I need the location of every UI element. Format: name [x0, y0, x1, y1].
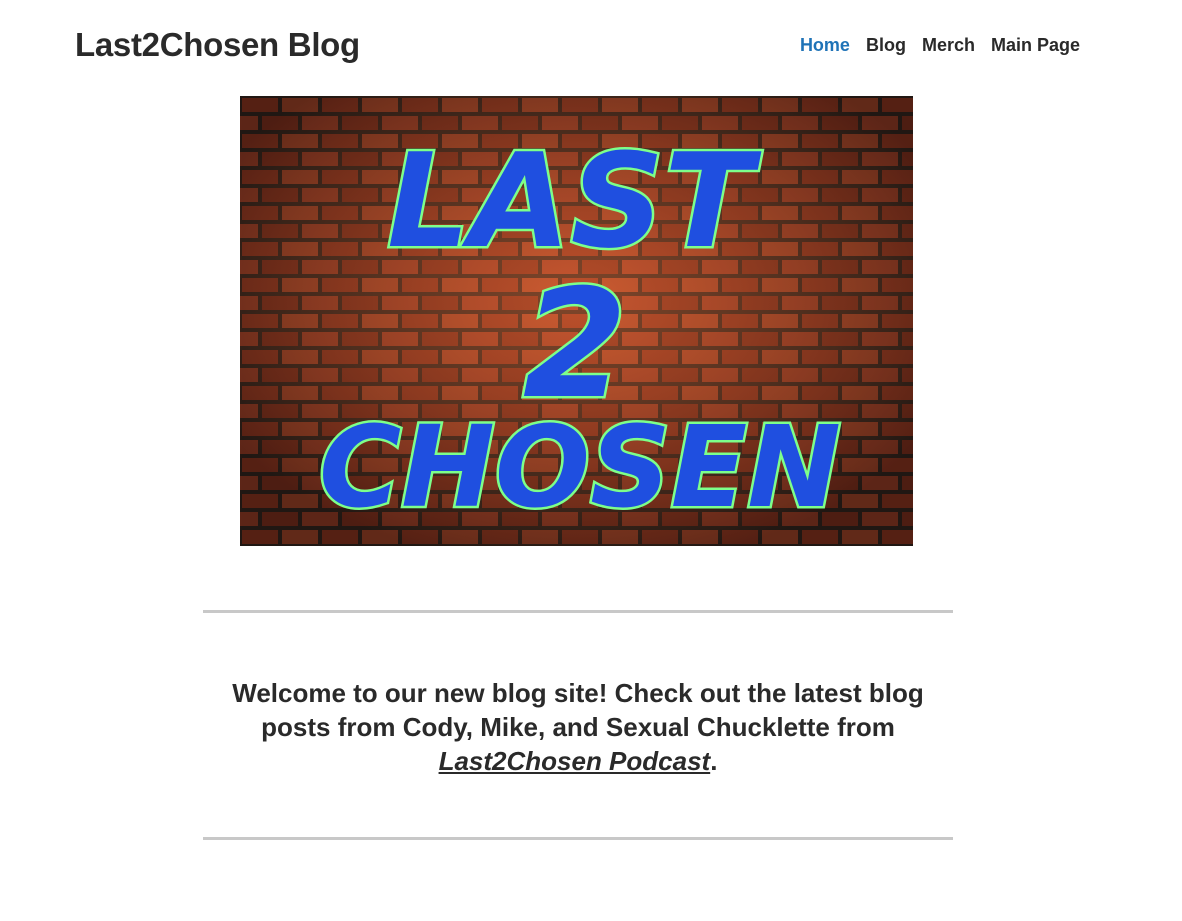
site-header: Last2Chosen Blog Home Blog Merch Main Pa…	[0, 0, 1182, 90]
hero-logo-image: LAST 2 CHOSEN	[240, 96, 913, 546]
logo-line-1: LAST	[387, 125, 762, 277]
graffiti-logo-graphic: LAST 2 CHOSEN	[240, 96, 913, 546]
logo-line-3: CHOSEN	[319, 403, 841, 533]
welcome-message: Welcome to our new blog site! Check out …	[203, 676, 953, 778]
podcast-link[interactable]: Last2Chosen Podcast	[439, 746, 711, 776]
nav-main-page-link[interactable]: Main Page	[991, 35, 1080, 56]
nav-home-link[interactable]: Home	[800, 35, 850, 56]
main-nav: Home Blog Merch Main Page	[800, 35, 1080, 56]
nav-merch-link[interactable]: Merch	[922, 35, 975, 56]
top-divider	[203, 610, 953, 613]
welcome-text: Welcome to our new blog site! Check out …	[232, 678, 924, 742]
welcome-suffix: .	[710, 746, 718, 776]
nav-blog-link[interactable]: Blog	[866, 35, 906, 56]
site-title[interactable]: Last2Chosen Blog	[75, 26, 360, 64]
bottom-divider	[203, 837, 953, 840]
